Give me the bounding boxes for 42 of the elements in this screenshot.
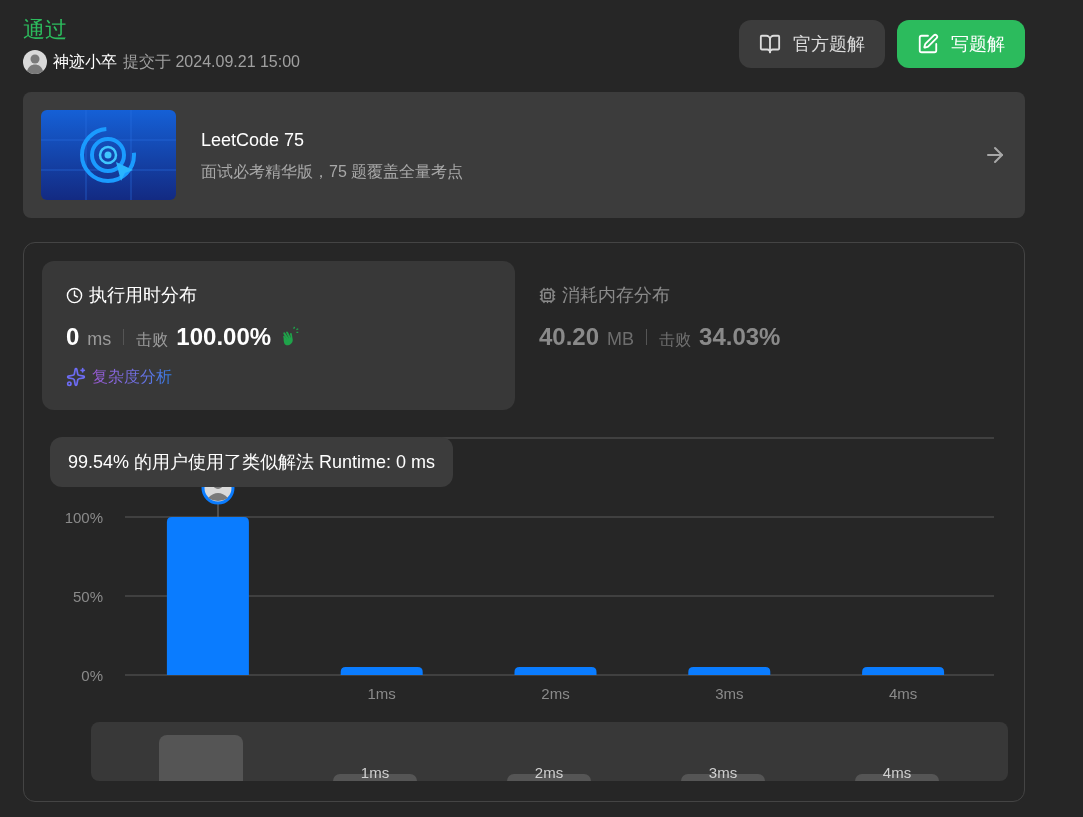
sparkle-icon xyxy=(66,367,86,387)
study-plan-banner[interactable]: LeetCode 75 面试必考精华版，75 题覆盖全量考点 xyxy=(23,92,1025,218)
overview-label: 2ms xyxy=(534,765,564,780)
edit-icon xyxy=(917,33,939,55)
tick-label: 0% xyxy=(81,667,103,684)
stat-value: 0 xyxy=(66,322,80,352)
stat-tab[interactable]: 消耗内存分布 40.20 MB 击败 34.03% xyxy=(515,261,988,410)
beats-percent: 100.00% xyxy=(176,322,272,352)
beats-label: 击败 xyxy=(136,330,169,350)
beats-label: 击败 xyxy=(659,330,692,350)
stat-value: 40.20 xyxy=(539,322,600,352)
avatar xyxy=(23,50,47,74)
chart-bar[interactable] xyxy=(340,667,423,675)
clock-icon xyxy=(66,286,83,304)
submitter-name[interactable]: 神迹小卒 xyxy=(53,50,117,74)
tooltip: 99.54% 的用户使用了类似解法 Runtime: 0 ms xyxy=(50,437,454,487)
beats-percent: 34.03% xyxy=(699,322,781,352)
overview-label: 4ms xyxy=(882,765,912,780)
overview-label: 1ms xyxy=(360,765,390,780)
chart-bar[interactable] xyxy=(688,667,771,675)
chart-overview[interactable]: 1ms 2ms 3ms 4ms xyxy=(91,722,1008,781)
banner-title: LeetCode 75 xyxy=(201,129,306,152)
chart-bar[interactable] xyxy=(514,667,597,675)
stat-unit: ms xyxy=(87,328,112,351)
stat-title: 消耗内存分布 xyxy=(562,284,670,307)
tick-label: 3ms xyxy=(715,685,744,702)
chip-icon xyxy=(539,286,556,304)
stat-tab[interactable]: 执行用时分布 0 ms 击败 100.00% 复杂度分析 xyxy=(42,261,515,410)
submission-time: 提交于 2024.09.21 15:00 xyxy=(123,52,300,72)
tick-label: 4ms xyxy=(888,685,918,702)
book-icon xyxy=(759,33,781,55)
stat-title: 执行用时分布 xyxy=(89,284,197,307)
tick-label: 1ms xyxy=(367,685,396,702)
tick-label: 100% xyxy=(64,509,103,526)
tick-label: 50% xyxy=(72,588,103,605)
status-text: 通过 xyxy=(23,16,68,44)
chart-bar[interactable] xyxy=(862,667,945,675)
banner-subtitle: 面试必考精华版，75 题覆盖全量考点 xyxy=(201,162,464,182)
tick-label: 2ms xyxy=(541,685,570,702)
stat-unit: MB xyxy=(607,328,635,351)
official-solution-button[interactable]: 官方题解 xyxy=(739,20,885,68)
overview-label: 3ms xyxy=(708,765,738,780)
